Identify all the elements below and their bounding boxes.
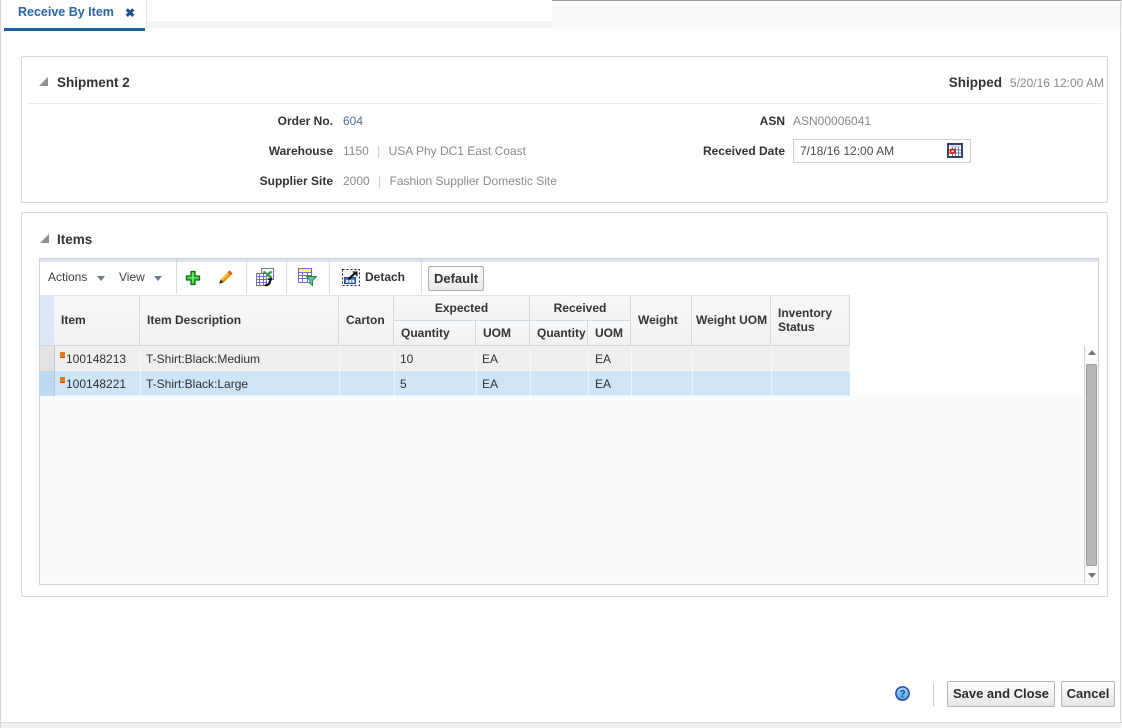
svg-text:?: ? bbox=[899, 689, 905, 700]
